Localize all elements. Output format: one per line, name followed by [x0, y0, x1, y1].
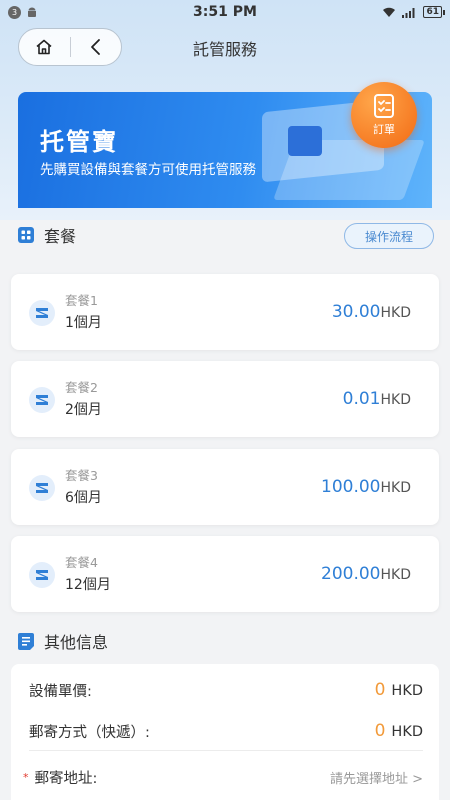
other-info-card: 設備單價: 0 HKD 郵寄方式（快遞）: 0 HKD * 郵寄地址: 請先選擇…: [11, 664, 439, 800]
package-amount: 200.00: [321, 564, 381, 584]
package-amount: 0.01: [342, 389, 381, 409]
package-duration: 1個月: [65, 315, 102, 331]
device-price-value: 0: [374, 680, 386, 700]
package-currency: HKD: [380, 567, 412, 583]
document-icon: [18, 632, 34, 650]
status-bar: 3 3:51 PM 61: [0, 0, 450, 24]
package-icon: [29, 562, 55, 588]
package-icon: [29, 387, 55, 413]
info-divider: [29, 750, 423, 751]
packages-section-title: 套餐: [44, 227, 77, 246]
shipping-row: 郵寄方式（快遞）: 0 HKD: [29, 719, 423, 743]
package-name: 套餐3: [65, 468, 98, 483]
package-currency: HKD: [380, 305, 412, 321]
grid-icon: [18, 227, 34, 243]
package-name: 套餐2: [65, 380, 98, 395]
operation-flow-button[interactable]: 操作流程: [344, 223, 434, 249]
device-price-label: 設備單價:: [29, 683, 92, 700]
shipping-value: 0: [374, 721, 386, 741]
order-label: 訂單: [373, 123, 395, 136]
other-info-section-header: 其他信息: [18, 629, 108, 653]
package-currency: HKD: [380, 392, 412, 408]
select-address-link[interactable]: 請先選擇地址 >: [330, 768, 423, 787]
package-price: 100.00 HKD: [321, 477, 411, 497]
packages-section-header: 套餐: [18, 223, 76, 247]
notification-count-icon: 3: [8, 5, 21, 19]
banner-title: 托管寶: [40, 128, 118, 156]
other-info-section-title: 其他信息: [44, 633, 109, 652]
package-duration: 2個月: [65, 402, 102, 418]
package-price: 0.01 HKD: [343, 389, 411, 409]
checklist-icon: [374, 94, 394, 118]
shipping-unit: HKD: [391, 724, 423, 740]
device-price-unit: HKD: [391, 683, 423, 699]
status-time: 3:51 PM: [193, 4, 257, 20]
wifi-icon: [383, 7, 396, 17]
package-price: 30.00 HKD: [332, 302, 411, 322]
package-card-4[interactable]: 套餐4 12個月 200.00 HKD: [11, 536, 439, 612]
package-currency: HKD: [380, 480, 412, 496]
package-duration: 12個月: [65, 577, 111, 593]
shipping-label: 郵寄方式（快遞）:: [29, 724, 150, 741]
android-icon: [28, 7, 36, 17]
package-name: 套餐4: [65, 555, 98, 570]
package-price: 200.00 HKD: [321, 564, 411, 584]
package-amount: 100.00: [321, 477, 381, 497]
package-icon: [29, 300, 55, 326]
package-card-3[interactable]: 套餐3 6個月 100.00 HKD: [11, 449, 439, 525]
banner-subtitle: 先購買設備與套餐方可使用托管服務: [40, 162, 256, 178]
banner-illustration-icon: [288, 126, 322, 156]
order-button[interactable]: 訂單: [351, 82, 417, 148]
device-price-row: 設備單價: 0 HKD: [29, 678, 423, 702]
package-amount: 30.00: [331, 302, 381, 322]
package-icon: [29, 475, 55, 501]
signal-icon: [402, 7, 415, 18]
address-label: 郵寄地址:: [34, 770, 98, 787]
page-title: 託管服務: [192, 40, 257, 59]
package-card-2[interactable]: 套餐2 2個月 0.01 HKD: [11, 361, 439, 437]
package-card-1[interactable]: 套餐1 1個月 30.00 HKD: [11, 274, 439, 350]
address-row[interactable]: * 郵寄地址: 請先選擇地址 >: [23, 765, 423, 789]
battery-icon: 61: [423, 6, 445, 18]
required-mark: *: [23, 770, 29, 784]
package-name: 套餐1: [65, 293, 98, 308]
package-duration: 6個月: [65, 490, 102, 506]
